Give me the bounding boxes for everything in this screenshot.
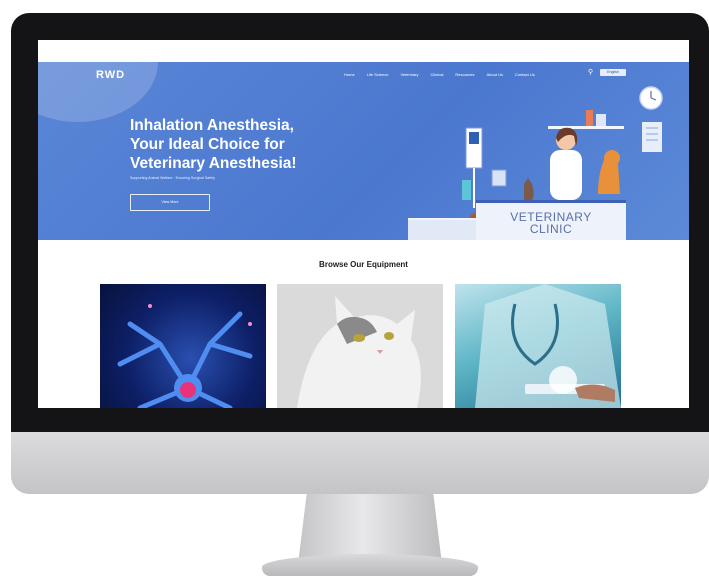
- hero-headline-line: Your Ideal Choice for: [130, 136, 285, 153]
- wall-chart: [642, 122, 662, 152]
- equipment-tile-doctor[interactable]: [455, 284, 621, 408]
- clinic-sign-line: CLINIC: [529, 222, 573, 236]
- doctor-tablet-image: [475, 284, 621, 408]
- hero-headline: Inhalation Anesthesia, Your Ideal Choice…: [130, 116, 330, 173]
- hero-banner: RWD Home Life Science Veterinary Clinica…: [38, 62, 689, 240]
- dog-head: [604, 150, 620, 166]
- view-more-button[interactable]: View More: [130, 194, 210, 211]
- cat-eye: [384, 332, 394, 340]
- equipment-tile-cat[interactable]: [277, 284, 443, 408]
- vaporizer: [491, 169, 507, 187]
- spark: [248, 322, 252, 326]
- nav-item-home[interactable]: Home: [344, 72, 355, 77]
- side-counter: [408, 218, 478, 240]
- doctor-coat: [550, 150, 582, 200]
- browser-top-strip: [38, 40, 689, 62]
- monitor-stand-base: [262, 554, 478, 576]
- machine-screen: [469, 132, 479, 144]
- hero-headline-line: Veterinary Anesthesia!: [130, 155, 297, 172]
- cat-body: [297, 296, 421, 408]
- hologram-glow: [549, 366, 577, 394]
- neuron-core: [180, 382, 196, 398]
- spark: [148, 304, 152, 308]
- hero-subtitle: Supporting Animal Welfare · Ensuring Sur…: [130, 176, 216, 180]
- equipment-tile-neuron[interactable]: [100, 284, 266, 408]
- nav-item-life-science[interactable]: Life Science: [367, 72, 389, 77]
- wall-shelf: [548, 126, 624, 129]
- site-logo[interactable]: RWD: [96, 69, 125, 81]
- cat-image: [297, 296, 421, 408]
- cat-shape: [524, 178, 534, 202]
- cat-eye: [353, 334, 365, 342]
- hero-headline-line: Inhalation Anesthesia,: [130, 117, 294, 134]
- clinic-sign: VETERINARY CLINIC: [476, 211, 626, 235]
- section-title: Browse Our Equipment: [319, 260, 408, 269]
- shelf-jar: [596, 114, 606, 126]
- gas-cylinder: [462, 180, 471, 200]
- shelf-bottle: [586, 110, 593, 126]
- neuron-image: [117, 304, 253, 408]
- monitor-screen: RWD Home Life Science Veterinary Clinica…: [38, 40, 689, 408]
- machine-pole: [473, 168, 475, 208]
- monitor-chin: [11, 432, 709, 494]
